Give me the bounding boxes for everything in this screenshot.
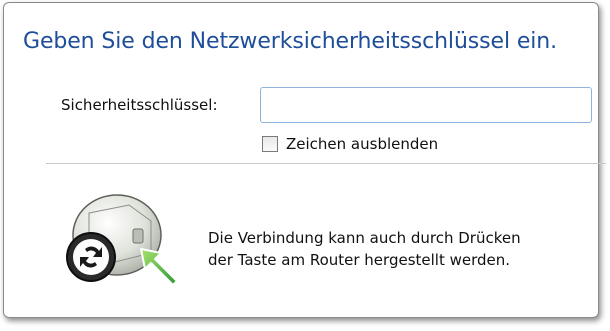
wps-router-graphic [66, 194, 178, 286]
wps-info-line-2: der Taste am Router hergestellt werden. [208, 251, 511, 269]
wps-info-text: Die Verbindung kann auch durch Drücken d… [208, 227, 521, 271]
green-arrow-icon [140, 248, 178, 286]
divider [46, 163, 606, 164]
network-key-dialog: Geben Sie den Netzwerksicherheitsschlüss… [3, 2, 606, 318]
wps-button-icon [66, 232, 116, 282]
dialog-heading: Geben Sie den Netzwerksicherheitsschlüss… [23, 29, 558, 54]
hide-characters-option[interactable]: Zeichen ausblenden [262, 135, 438, 153]
hide-characters-checkbox[interactable] [262, 136, 278, 152]
security-key-label: Sicherheitsschlüssel: [61, 96, 218, 114]
hide-characters-label: Zeichen ausblenden [286, 135, 439, 153]
security-key-input[interactable] [260, 87, 592, 123]
wps-info-line-1: Die Verbindung kann auch durch Drücken [208, 229, 521, 247]
